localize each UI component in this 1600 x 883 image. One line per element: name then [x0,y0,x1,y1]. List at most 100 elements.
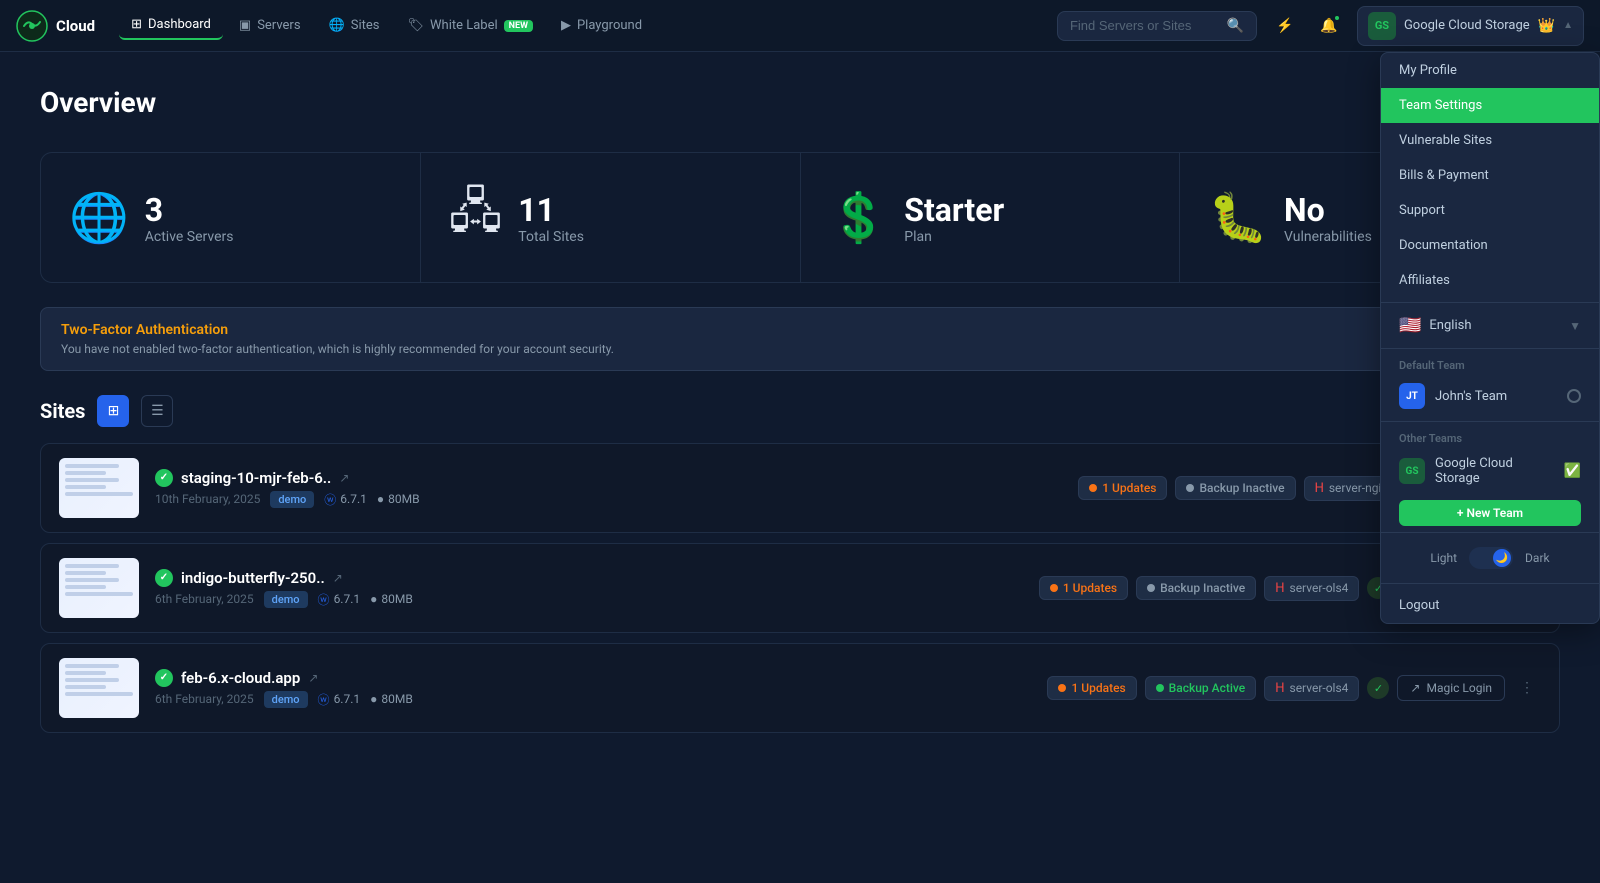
activity-button[interactable]: ⚡ [1269,10,1301,42]
nav-playground-label: Playground [577,18,642,33]
list-view-button[interactable]: ☰ [141,395,173,427]
logo-text: Cloud [56,17,95,35]
user-menu-button[interactable]: GS Google Cloud Storage 👑 ▲ [1357,6,1584,46]
external-link-icon[interactable]: ↗ [339,471,349,485]
site-status-dot [155,569,173,587]
site-info: feb-6.x-cloud.app ↗ 6th February, 2025 d… [155,669,1031,708]
google-cloud-storage-item[interactable]: GS Google Cloud Storage ✅ [1381,448,1599,494]
server-h-icon: H [1315,481,1324,496]
backup-badge[interactable]: Backup Active [1145,676,1257,700]
backup-dot [1186,484,1194,492]
warning-title: Two-Factor Authentication [61,322,1539,338]
light-theme-label: Light [1430,551,1457,565]
more-options-button[interactable]: ⋮ [1513,674,1541,702]
nav-items: ⊞ Dashboard ▣ Servers 🌐 Sites 🏷 White La… [119,11,1057,40]
search-input[interactable] [1070,18,1219,33]
logout-button[interactable]: Logout [1381,588,1599,623]
playground-icon: ▶ [561,18,571,33]
size-icon: ● [370,592,377,606]
gcs-avatar: GS [1399,458,1425,484]
site-thumbnail [59,558,139,618]
nav-servers[interactable]: ▣ Servers [227,12,313,39]
active-servers-label: Active Servers [145,229,234,245]
server-badge[interactable]: H server-ols4 [1264,576,1359,601]
new-badge: NEW [504,20,533,32]
theme-toggle[interactable]: 🌙 [1469,547,1513,569]
user-dropdown-menu: My Profile Team Settings Vulnerable Site… [1380,52,1600,624]
nav-sites[interactable]: 🌐 Sites [317,12,392,39]
backup-badge[interactable]: Backup Inactive [1175,476,1295,500]
server-badge[interactable]: H server-ols4 [1264,676,1359,701]
johns-team-name: John's Team [1435,389,1557,404]
wp-version: ⓦ 6.7.1 [318,591,361,608]
logo[interactable]: Cloud [16,10,95,42]
vulnerable-sites-item[interactable]: Vulnerable Sites [1381,123,1599,158]
updates-dot [1050,584,1058,592]
page-title: Overview [40,86,156,119]
chevron-up-icon: ▲ [1563,20,1573,31]
grid-view-button[interactable]: ⊞ [97,395,129,427]
team-check-icon: ✅ [1564,463,1581,479]
user-name: Google Cloud Storage [1404,18,1530,33]
site-row: staging-10-mjr-feb-6.. ↗ 10th February, … [40,443,1560,533]
total-sites-number: 11 [518,191,584,229]
dropdown-divider-5 [1381,583,1599,584]
default-team-label: Default Team [1381,353,1599,375]
my-profile-item[interactable]: My Profile [1381,53,1599,88]
user-avatar: GS [1368,12,1396,40]
external-link-icon[interactable]: ↗ [333,571,343,585]
size-icon: ● [370,692,377,706]
backup-badge[interactable]: Backup Inactive [1136,576,1256,600]
site-row: feb-6.x-cloud.app ↗ 6th February, 2025 d… [40,643,1560,733]
warning-text: You have not enabled two-factor authenti… [61,342,1539,356]
site-name: indigo-butterfly-250.. [181,569,325,587]
bills-payment-item[interactable]: Bills & Payment [1381,158,1599,193]
site-name: feb-6.x-cloud.app [181,669,300,687]
updates-badge[interactable]: 1 Updates [1039,576,1128,600]
site-size: ● 80MB [370,692,413,706]
sites-icon: 🌐 [329,18,345,33]
site-tag: demo [264,591,308,608]
magic-login-button[interactable]: ↗ Magic Login [1397,675,1505,701]
site-status-dot [155,469,173,487]
active-servers-number: 3 [145,191,234,229]
team-settings-item[interactable]: Team Settings [1381,88,1599,123]
server-h-icon: H [1275,581,1284,596]
plan-label: Plan [904,229,1004,245]
top-navigation: Cloud ⊞ Dashboard ▣ Servers 🌐 Sites 🏷 Wh… [0,0,1600,52]
wp-icon: ⓦ [318,691,330,708]
site-size: ● 80MB [370,592,413,606]
notification-dot [1333,14,1341,22]
wp-icon: ⓦ [324,491,336,508]
updates-badge[interactable]: 1 Updates [1047,676,1136,700]
new-team-button[interactable]: + New Team [1399,500,1581,526]
stat-total-sites: 🖧 11 Total Sites [421,153,800,282]
nav-playground[interactable]: ▶ Playground [549,12,654,39]
support-item[interactable]: Support [1381,193,1599,228]
team-radio-johns [1567,389,1581,403]
site-meta: 6th February, 2025 demo ⓦ 6.7.1 ● 80MB [155,691,1031,708]
dashboard-icon: ⊞ [131,17,142,32]
dropdown-divider-4 [1381,532,1599,533]
updates-badge[interactable]: 1 Updates [1078,476,1167,500]
notifications-button[interactable]: 🔔 [1313,10,1345,42]
size-icon: ● [377,492,384,506]
updates-dot [1089,484,1097,492]
nav-whitelabel-label: White Label [430,18,498,33]
site-date: 10th February, 2025 [155,492,260,506]
nav-dashboard[interactable]: ⊞ Dashboard [119,11,223,40]
site-meta: 6th February, 2025 demo ⓦ 6.7.1 ● 80MB [155,591,1023,608]
external-link-icon[interactable]: ↗ [308,671,318,685]
johns-team-item[interactable]: JT John's Team [1381,375,1599,417]
site-name-row: staging-10-mjr-feb-6.. ↗ [155,469,1062,487]
servers-stat-icon: 🌐 [69,189,129,246]
sites-section-title: Sites [40,399,85,423]
site-actions: 1 Updates Backup Active H server-ols4 ✓ … [1047,674,1541,702]
site-date: 6th February, 2025 [155,692,254,706]
language-selector[interactable]: 🇺🇸 English ▼ [1381,307,1599,344]
nav-whitelabel[interactable]: 🏷 White Label NEW [395,12,544,39]
search-bar[interactable]: 🔍 [1057,11,1257,41]
documentation-item[interactable]: Documentation [1381,228,1599,263]
affiliates-item[interactable]: Affiliates [1381,263,1599,298]
dropdown-divider-1 [1381,302,1599,303]
